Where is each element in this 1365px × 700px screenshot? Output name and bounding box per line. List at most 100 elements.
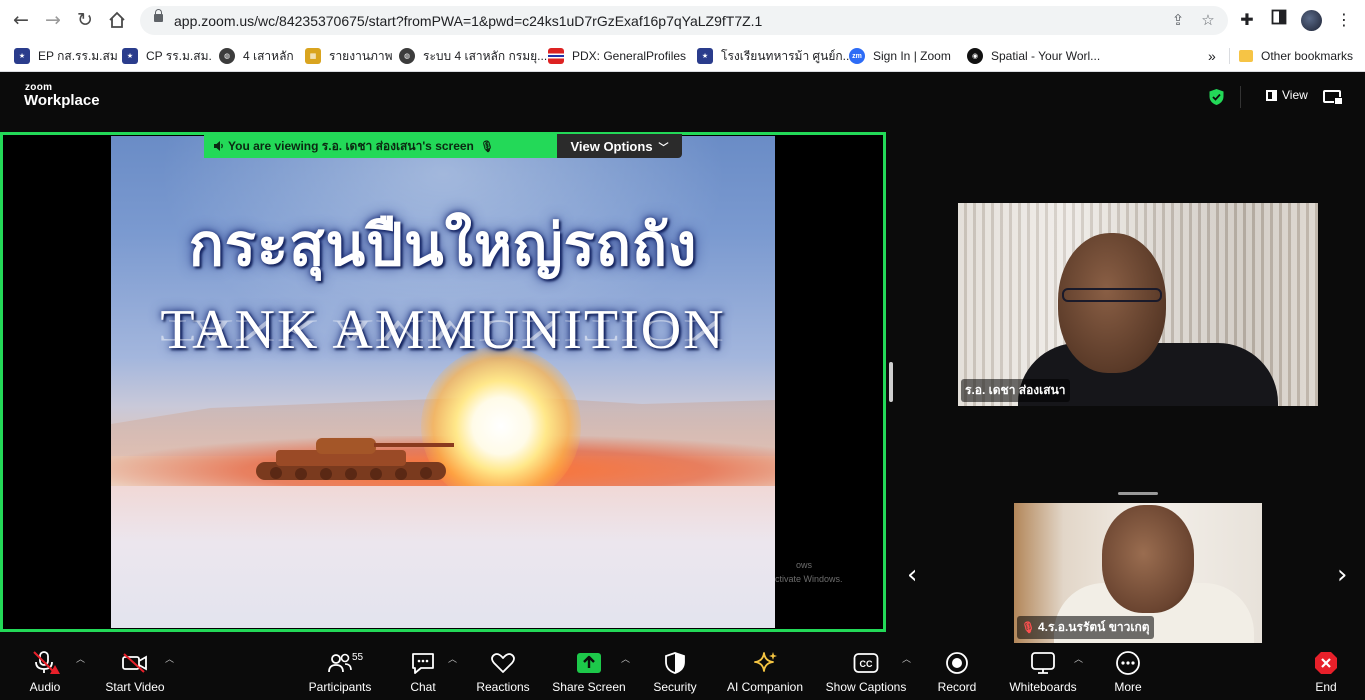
end-icon: [1315, 652, 1337, 674]
chat-button[interactable]: Chat: [400, 644, 446, 700]
activate-windows-watermark: ows ctivate Windows.: [775, 560, 843, 584]
ai-companion-button[interactable]: AI Companion: [724, 644, 806, 700]
heart-icon: [491, 653, 515, 673]
more-bookmarks-button[interactable]: »: [1208, 45, 1216, 67]
participant-name-label: 🎙 4.ร.อ.นรรัตน์ ขาวเกตุ: [1017, 616, 1154, 639]
bookmark-item[interactable]: zm Sign In | Zoom: [849, 45, 951, 67]
video-options-caret-icon[interactable]: ︿: [165, 652, 174, 665]
video-off-icon: [122, 653, 147, 673]
show-captions-button[interactable]: CC Show Captions: [824, 644, 908, 700]
chevron-down-icon: ﹀: [658, 142, 669, 154]
reactions-button[interactable]: Reactions: [474, 644, 532, 700]
view-options-button[interactable]: View Options ﹀: [557, 134, 682, 158]
audio-options-caret-icon[interactable]: ︿: [76, 652, 85, 665]
bookmark-item[interactable]: ★ โรงเรียนทหารม้า ศูนย์ก...: [697, 45, 853, 67]
header-divider: [1240, 86, 1241, 108]
participant-name: ร.อ. เดชา ส่องเสนา: [961, 379, 1070, 402]
video-button[interactable]: Start Video: [100, 644, 170, 700]
tank-image: [256, 438, 454, 480]
participant-glasses: [1062, 288, 1162, 302]
bookmark-item[interactable]: ◍ 4 เสาหลัก: [219, 45, 294, 67]
panel-resize-handle[interactable]: [889, 362, 893, 402]
captions-options-caret-icon[interactable]: ︿: [902, 652, 911, 665]
spatial-icon: ◉: [967, 48, 983, 64]
zoom-header: zoom Workplace View: [0, 72, 1365, 120]
whiteboard-icon: [1031, 652, 1055, 674]
more-button[interactable]: More: [1108, 644, 1148, 700]
globe-icon: ◍: [399, 48, 415, 64]
browser-menu-icon[interactable]: ⋮: [1333, 9, 1355, 31]
chat-icon: [412, 653, 434, 674]
participants-button[interactable]: Participants: [306, 644, 374, 700]
gallery-divider[interactable]: [1118, 492, 1158, 495]
bookmark-item[interactable]: ★ EP กส.รร.ม.สม: [14, 45, 118, 67]
muted-mic-icon: 🎙: [479, 139, 494, 153]
crest-icon: ★: [122, 48, 138, 64]
prev-page-arrow-icon[interactable]: ‹: [907, 560, 917, 590]
bookmarks-bar: ★ EP กส.รร.ม.สม ★ CP รร.ม.สม. ◍ 4 เสาหลั…: [0, 40, 1365, 72]
screen-share-banner: You are viewing ร.อ. เดชา ส่องเสนา's scr…: [204, 134, 557, 158]
bookmark-item[interactable]: ★ CP รร.ม.สม.: [122, 45, 212, 67]
video-tile[interactable]: 🎙 4.ร.อ.นรรัตน์ ขาวเกตุ: [1014, 503, 1262, 643]
forward-arrow-icon[interactable]: →: [40, 7, 66, 33]
back-arrow-icon[interactable]: ←: [8, 7, 34, 33]
participant-face: [1058, 233, 1166, 373]
bookmark-item[interactable]: ◍ ระบบ 4 เสาหลัก กรมยุ...: [399, 45, 547, 67]
security-shield-icon: [665, 652, 685, 674]
reload-icon[interactable]: ↻: [72, 7, 98, 33]
participant-face: [1102, 505, 1194, 613]
other-bookmarks[interactable]: Other bookmarks: [1239, 45, 1353, 67]
share-screen-icon: [577, 653, 601, 673]
mic-muted-icon: [33, 651, 60, 674]
participants-icon: [328, 653, 352, 673]
zoom-icon: zm: [849, 48, 865, 64]
whiteboards-button[interactable]: Whiteboards: [1007, 644, 1079, 700]
share-screen-button[interactable]: Share Screen: [551, 644, 627, 700]
address-bar[interactable]: app.zoom.us/wc/84235370675/start?fromPWA…: [140, 6, 1228, 35]
speaker-icon[interactable]: [213, 140, 225, 152]
slide-title-reflection: TANK AMMUNITION: [160, 313, 726, 348]
banner-text: You are viewing ร.อ. เดชา ส่องเสนา's scr…: [228, 138, 474, 153]
audio-button[interactable]: Audio: [18, 644, 72, 700]
sparkle-icon: [754, 652, 777, 672]
bookmark-item[interactable]: ▦ รายงานภาพ: [305, 45, 393, 67]
more-dots-icon: [1116, 651, 1140, 675]
crest-icon: ★: [697, 48, 713, 64]
url-text[interactable]: app.zoom.us/wc/84235370675/start?fromPWA…: [174, 13, 762, 29]
crest-icon: ★: [14, 48, 30, 64]
next-page-arrow-icon[interactable]: ›: [1337, 560, 1347, 590]
folder-icon: [1239, 50, 1253, 62]
flag-icon: [548, 48, 564, 64]
muted-mic-icon: 🎙: [1021, 621, 1035, 634]
slide-title-thai: กระสุนปืนใหญ่รถถัง: [188, 211, 698, 279]
video-tile[interactable]: ร.อ. เดชา ส่องเสนา: [958, 203, 1318, 406]
share-icon[interactable]: ⇪: [1168, 10, 1188, 30]
participant-count: 55: [352, 652, 364, 663]
browser-toolbar: ← → ↻ app.zoom.us/wc/84235370675/start?f…: [0, 0, 1365, 40]
home-icon[interactable]: [104, 7, 130, 33]
svg-text:CC: CC: [860, 659, 873, 669]
whiteboards-options-caret-icon[interactable]: ︿: [1074, 652, 1083, 665]
bookmark-item[interactable]: PDX: GeneralProfiles: [548, 45, 686, 67]
bookmarks-divider: [1229, 48, 1230, 64]
security-button[interactable]: Security: [650, 644, 700, 700]
record-button[interactable]: Record: [935, 644, 979, 700]
sheet-icon: ▦: [305, 48, 321, 64]
bookmark-item[interactable]: ◉ Spatial - Your Worl...: [967, 45, 1100, 67]
chat-options-caret-icon[interactable]: ︿: [448, 652, 457, 665]
view-button[interactable]: View: [1266, 88, 1308, 102]
lock-icon[interactable]: [154, 9, 163, 22]
encryption-shield-icon[interactable]: [1208, 88, 1225, 106]
bookmark-star-icon[interactable]: ☆: [1198, 10, 1218, 30]
extensions-puzzle-icon[interactable]: ✚: [1236, 9, 1258, 31]
view-grid-icon: [1266, 89, 1277, 101]
slide-ground: [111, 486, 775, 628]
side-panel-icon[interactable]: [1268, 9, 1290, 31]
zoom-logo-workplace: Workplace: [24, 92, 100, 109]
meeting-toolbar: Audio ︿ Start Video ︿ Participants 55 Ch…: [0, 644, 1365, 700]
end-meeting-button[interactable]: End: [1306, 644, 1346, 700]
captions-cc-icon: CC: [853, 653, 879, 673]
profile-avatar[interactable]: [1301, 10, 1322, 31]
share-options-caret-icon[interactable]: ︿: [621, 652, 630, 665]
fullscreen-icon[interactable]: [1323, 90, 1343, 105]
